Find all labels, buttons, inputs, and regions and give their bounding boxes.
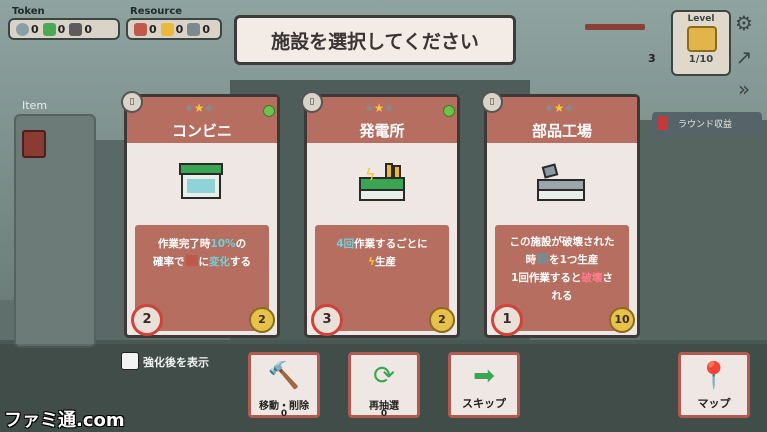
star-icon: ★ — [544, 101, 555, 115]
tag-icon: ▯ — [301, 91, 323, 113]
flag-icon — [658, 116, 668, 130]
gift-icon — [185, 255, 198, 266]
coin-cost-badge: 2 — [429, 307, 455, 333]
facility-card-parts-factory[interactable]: ▯ ★★★ 部品工場 この施設が破壊された 時を1つ生産 1回作業すると破壊さ … — [481, 91, 640, 338]
star-rating: ★★★ — [184, 101, 215, 115]
star-rating: ★★★ — [364, 101, 395, 115]
coin-icon — [16, 22, 29, 36]
round-income: ラウンド収益 — [652, 112, 762, 136]
round-income-label: ラウンド収益 — [678, 120, 733, 130]
badge-count: 3 — [648, 52, 656, 65]
page-title: 施設を選択してください — [234, 15, 516, 65]
star-icon: ★ — [203, 101, 215, 115]
bolt-icon: ϟ — [368, 256, 375, 268]
token-coin: 0 — [16, 22, 39, 36]
arrow-right-icon: ➡ — [473, 361, 495, 391]
star-icon: ★ — [373, 101, 385, 115]
resource-bolt: 0 — [160, 22, 183, 36]
wrench-icon — [537, 253, 549, 264]
time-cost-badge: 3 — [311, 304, 343, 336]
facility-card-power-plant[interactable]: ▯ ★★★ 発電所 ϟ 4回作業するごとに ϟ生産 3 2 — [301, 91, 460, 338]
card-name: 発電所 — [359, 122, 405, 140]
tag-icon: ▯ — [481, 91, 503, 113]
reroll-icon — [42, 22, 56, 36]
reroll-icon: ⟳ — [373, 361, 395, 391]
item-book-icon[interactable] — [22, 130, 46, 158]
hammer-icon: 🔨 — [267, 361, 301, 391]
reroll-count: 0 — [380, 409, 388, 419]
move-delete-count: 0 — [280, 409, 288, 419]
parts-factory-icon — [537, 163, 585, 203]
star-icon: ★ — [553, 101, 565, 115]
show-upgrade-label: 強化後を表示 — [143, 356, 209, 369]
status-dot — [263, 105, 275, 117]
resource-label: Resource — [130, 6, 183, 17]
resource-gift: 0 — [134, 22, 157, 36]
star-icon: ★ — [383, 101, 395, 115]
hammer-icon — [69, 22, 83, 36]
skip-button[interactable]: ➡ スキップ — [448, 352, 520, 418]
bolt-icon — [160, 22, 174, 36]
token-hammer: 0 — [69, 22, 92, 36]
level-value: 1/10 — [688, 54, 714, 65]
star-icon: ★ — [563, 101, 575, 115]
token-label: Token — [12, 6, 45, 17]
coin-cost-badge: 10 — [609, 307, 635, 333]
fast-forward-icon[interactable]: » — [733, 78, 755, 100]
gift-icon — [134, 22, 147, 36]
map-button[interactable]: 📍 マップ — [678, 352, 750, 418]
convenience-store-icon — [179, 163, 223, 201]
map-label: マップ — [697, 397, 731, 410]
star-icon: ★ — [193, 101, 205, 115]
card-name: 部品工場 — [531, 122, 592, 140]
star-icon: ★ — [364, 101, 375, 115]
power-plant-icon: ϟ — [359, 163, 405, 203]
resource-bar: 0 0 0 — [126, 18, 222, 40]
coin-cost-badge: 2 — [249, 307, 275, 333]
token-bar: 0 0 0 — [8, 18, 120, 40]
reroll-button[interactable]: ⟳ 再抽選 0 — [348, 352, 420, 419]
star-icon: ★ — [184, 101, 195, 115]
resource-wrench: 0 — [187, 22, 210, 36]
level-box: Level 1/10 — [671, 10, 731, 76]
move-delete-button[interactable]: 🔨 移動・削除 0 — [248, 352, 320, 419]
show-upgrade-checkbox[interactable] — [121, 352, 139, 370]
watermark: ファミ通.com — [4, 410, 125, 431]
card-name: コンビニ — [171, 122, 232, 140]
tag-icon: ▯ — [121, 91, 143, 113]
star-rating: ★★★ — [544, 101, 575, 115]
level-label: Level — [687, 14, 715, 24]
item-label: Item — [22, 99, 48, 112]
time-cost-badge: 1 — [491, 304, 523, 336]
facility-card-convenience[interactable]: ▯ ★★★ コンビニ 作業完了時10%の 確率で に変化する 2 2 — [121, 91, 280, 338]
time-cost-badge: 2 — [131, 304, 163, 336]
background-building — [640, 120, 767, 340]
wrench-icon — [187, 22, 201, 36]
coin-stack-icon — [687, 26, 717, 52]
gear-icon[interactable]: ⚙ — [733, 12, 755, 34]
progress-track — [585, 24, 645, 30]
skip-label: スキップ — [462, 397, 506, 410]
token-reroll: 0 — [42, 22, 65, 36]
stats-icon[interactable]: ↗ — [733, 46, 755, 68]
map-pin-icon: 📍 — [697, 361, 731, 391]
status-dot — [443, 105, 455, 117]
